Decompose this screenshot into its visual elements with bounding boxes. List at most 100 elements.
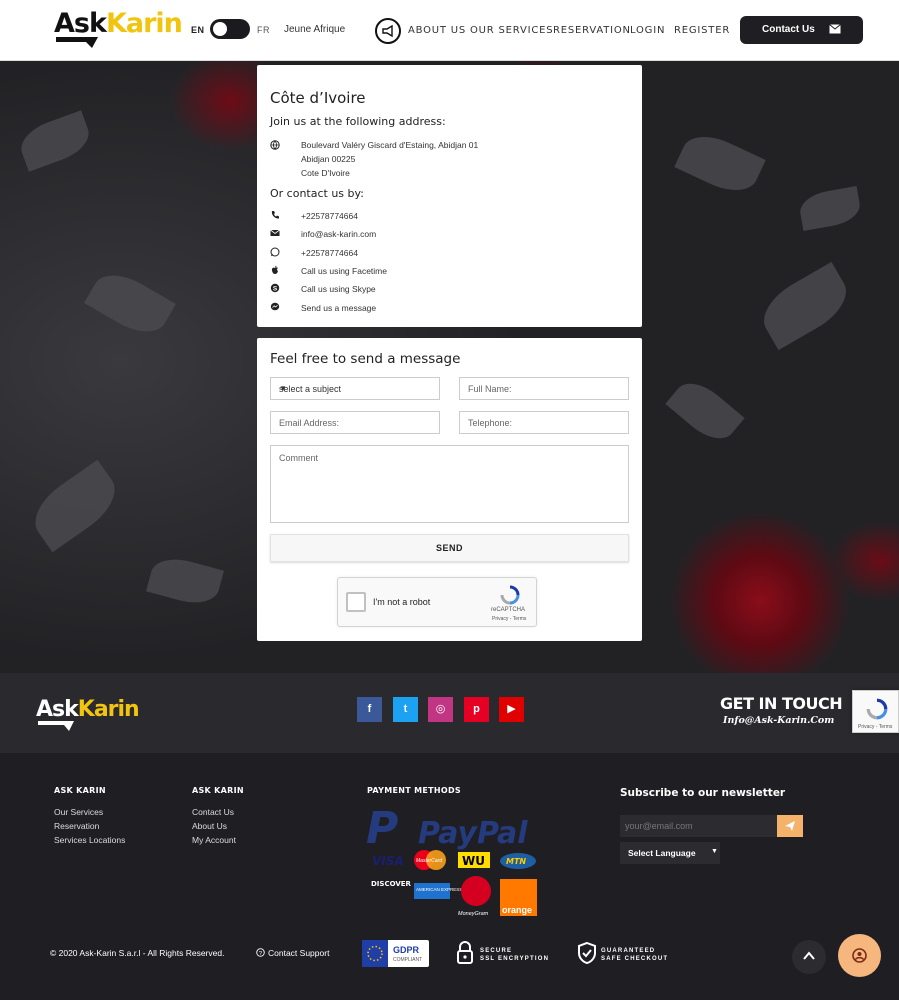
logo-underline-icon (56, 37, 98, 48)
footer-link-reservation[interactable]: Reservation (54, 821, 99, 831)
leaf-decoration (674, 126, 766, 201)
ssl-badge-text: SECURE SSL ENCRYPTION (480, 947, 549, 963)
ssl-line1: SECURE (480, 948, 513, 954)
footer-link-about-us[interactable]: About Us (192, 821, 227, 831)
send-button[interactable]: SEND (270, 534, 629, 562)
copyright-text: © 2020 Ask-Karin S.a.r.l - All Rights Re… (50, 948, 225, 958)
whatsapp-icon (270, 247, 280, 257)
checkout-badge-text: GUARANTEED SAFE CHECKOUT (601, 947, 668, 963)
gdpr-subtitle: COMPLIANT (393, 957, 423, 963)
leaf-decoration (665, 373, 745, 449)
leaf-decoration (146, 552, 224, 610)
message-form-card: Feel free to send a message select a sub… (257, 338, 642, 641)
megaphone-icon[interactable] (375, 18, 401, 44)
contact-messenger[interactable]: Send us a message (301, 303, 376, 313)
chevron-up-icon (803, 951, 815, 960)
facebook-icon[interactable]: f (357, 697, 382, 722)
scroll-to-top-button[interactable] (792, 940, 826, 974)
nav-register[interactable]: REGISTER (674, 25, 730, 36)
partner-link[interactable]: Jeune Afrique (284, 24, 345, 35)
discover-logo: DISCOVER (371, 880, 412, 888)
twitter-icon[interactable]: t (393, 697, 418, 722)
email-input[interactable]: Email Address: (270, 411, 440, 434)
paypal-text-1: PayPal (418, 816, 528, 851)
logo-karin-text: Karin (105, 8, 183, 39)
phone-icon (271, 211, 279, 219)
footer-link-contact-us[interactable]: Contact Us (192, 807, 234, 817)
contact-support-link[interactable]: Contact Support (268, 948, 329, 958)
comment-textarea[interactable]: Comment (270, 445, 629, 523)
contact-us-button[interactable]: Contact Us (740, 16, 863, 44)
contact-skype[interactable]: Call us using Skype (301, 284, 376, 294)
contact-facetime[interactable]: Call us using Facetime (301, 266, 387, 276)
gdpr-title: GDPR (393, 945, 420, 955)
comment-placeholder: Comment (279, 453, 319, 463)
youtube-icon[interactable]: ▶ (499, 697, 524, 722)
leaf-decoration (23, 459, 127, 553)
orange-text: orange (502, 905, 532, 915)
language-select[interactable]: Select Language ▼ (620, 842, 720, 864)
telephone-placeholder: Telephone: (468, 418, 513, 428)
contact-email[interactable]: info@ask-karin.com (301, 229, 376, 239)
svg-text:P: P (366, 803, 398, 854)
footer-link-our-services[interactable]: Our Services (54, 807, 103, 817)
checkout-line1: GUARANTEED (601, 948, 656, 954)
chat-widget-button[interactable] (838, 934, 881, 977)
recaptcha-logo-icon (500, 585, 520, 605)
recaptcha-badge[interactable]: Privacy - Terms (852, 690, 899, 733)
recaptcha-brand: reCAPTCHA (491, 607, 526, 613)
visa-logo: VISA (372, 854, 404, 868)
get-in-touch-email[interactable]: Info@Ask-Karin.Com (723, 715, 834, 726)
recaptcha-checkbox[interactable] (346, 592, 366, 612)
apple-icon (271, 265, 278, 274)
logo[interactable]: AskKarin (54, 8, 183, 50)
nav-our-services[interactable]: OUR SERVICES (470, 25, 553, 36)
email-placeholder: Email Address: (279, 418, 340, 428)
footer-link-services-locations[interactable]: Services Locations (54, 835, 125, 845)
pinterest-icon[interactable]: p (464, 697, 489, 722)
logo-underline-icon (38, 721, 74, 731)
payment-logos: P PayPal VISA MasterCard WU MTN DISCOVER… (366, 803, 537, 917)
recaptcha-terms[interactable]: Privacy - Terms (492, 616, 526, 622)
footer-link-my-account[interactable]: My Account (192, 835, 236, 845)
leaf-decoration (84, 264, 176, 343)
lang-en-label: EN (191, 25, 205, 35)
nav-login[interactable]: LOGIN (630, 25, 665, 36)
chat-icon (852, 948, 867, 963)
contact-whatsapp[interactable]: +22578774664 (301, 248, 358, 258)
nav-about-us[interactable]: ABOUT US (408, 25, 466, 36)
gdpr-badge: GDPR COMPLIANT (362, 940, 429, 967)
language-toggle[interactable] (210, 19, 250, 39)
checkout-line2: SAFE CHECKOUT (601, 956, 669, 962)
nav-reservation[interactable]: RESERVATION (553, 25, 631, 36)
join-label: Join us at the following address: (270, 115, 446, 128)
telephone-input[interactable]: Telephone: (459, 411, 629, 434)
eu-flag-icon (362, 940, 388, 967)
get-in-touch-title: GET IN TOUCH (720, 694, 843, 713)
leaf-decoration (15, 110, 95, 172)
paper-plane-icon (785, 821, 795, 831)
footer-logo[interactable]: AskKarin (36, 697, 140, 731)
newsletter-email-input[interactable]: your@email.com (620, 815, 777, 837)
recaptcha-badge-terms: Privacy - Terms (858, 724, 893, 730)
mtn-text: MTN (506, 857, 526, 866)
envelope-icon (829, 24, 841, 34)
contact-phone[interactable]: +22578774664 (301, 211, 358, 221)
chevron-down-icon: ▼ (279, 384, 287, 393)
skype-icon: S (270, 283, 280, 292)
ssl-line2: SSL ENCRYPTION (480, 956, 550, 962)
chevron-down-icon: ▼ (711, 848, 718, 855)
western-union-text: WU (462, 854, 485, 868)
instagram-icon[interactable]: ◎ (428, 697, 453, 722)
subject-select[interactable]: select a subject ▼ (270, 377, 440, 400)
envelope-icon (270, 229, 280, 236)
padlock-icon (457, 941, 473, 964)
paypal-logo: P PayPal (366, 803, 528, 854)
site-header: AskKarin EN FR Jeune Afrique ABOUT US OU… (0, 0, 899, 61)
footer-logo-karin: Karin (77, 697, 140, 722)
address-line: Cote D'Ivoire (301, 168, 350, 178)
full-name-input[interactable]: Full Name: (459, 377, 629, 400)
svg-text:S: S (273, 285, 278, 292)
mastercard-logo: MasterCard (414, 850, 446, 870)
newsletter-submit-button[interactable] (777, 815, 803, 837)
